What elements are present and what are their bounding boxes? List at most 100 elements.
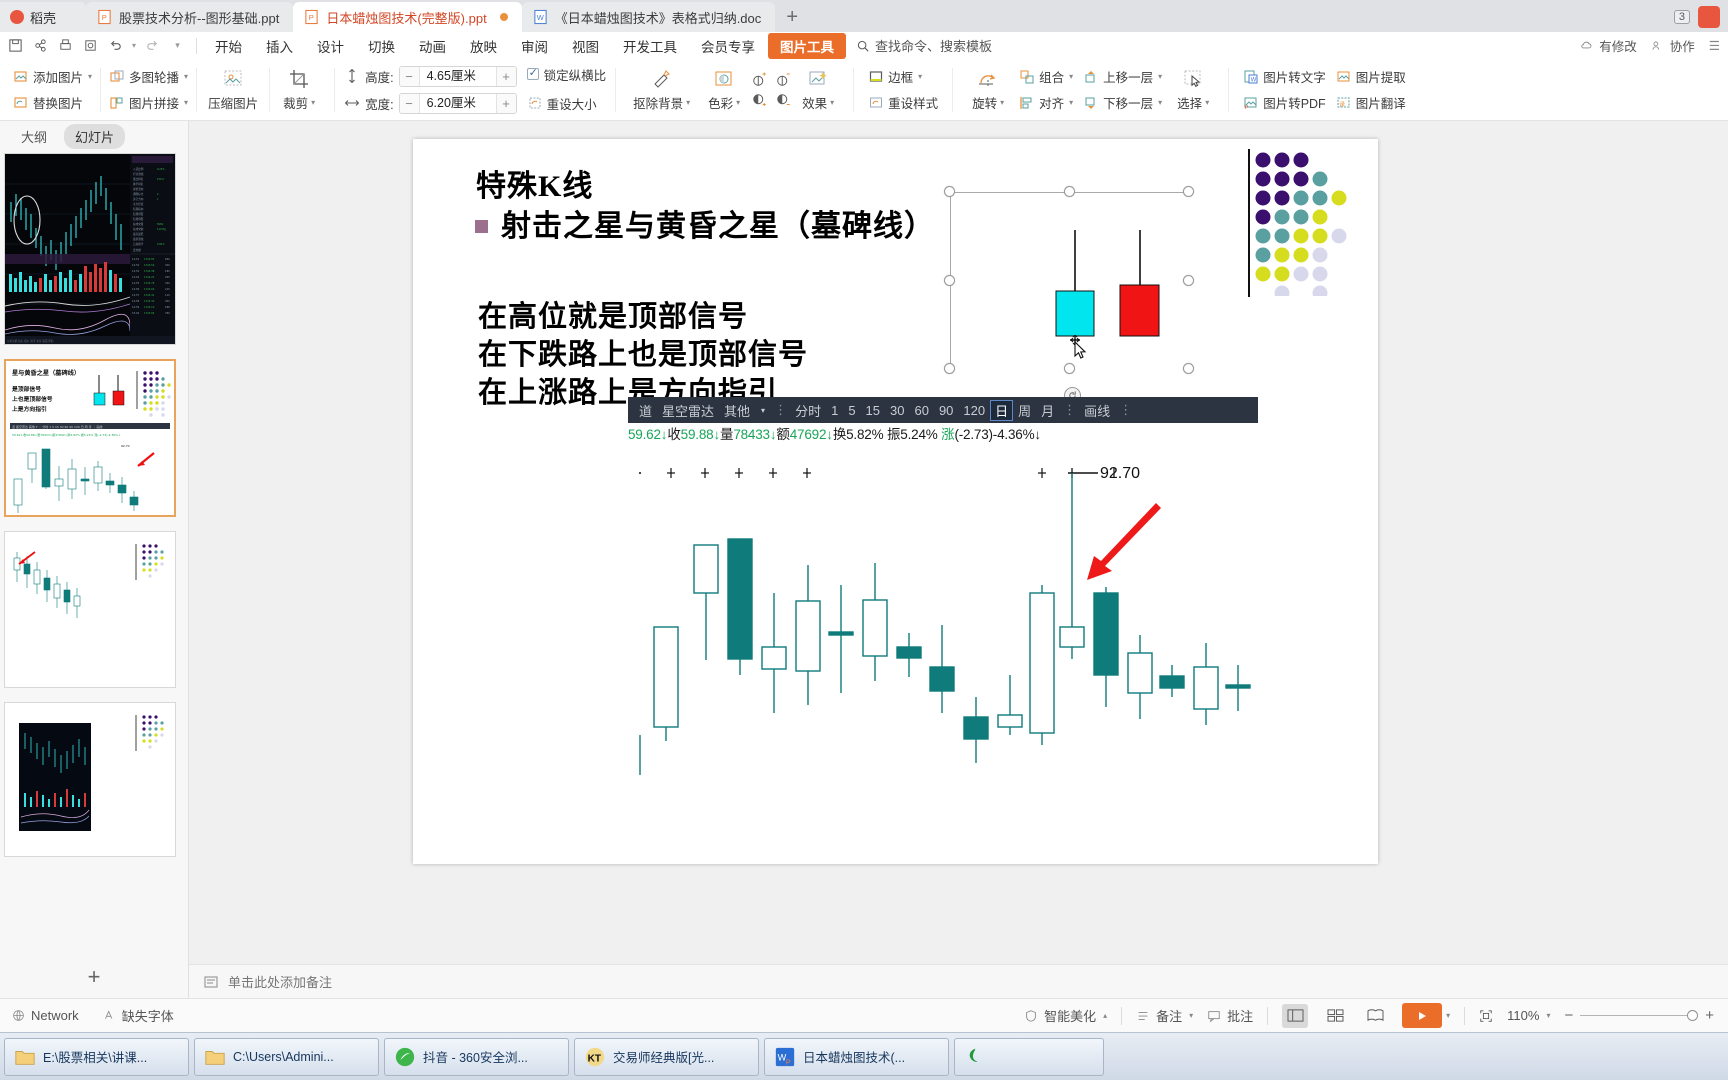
period-60[interactable]: 60 [909,403,933,418]
chevron-down-icon[interactable]: ▾ [1205,98,1209,107]
height-stepper[interactable]: − 4.65厘米 + [398,65,517,87]
period-month[interactable]: 月 [1036,401,1059,420]
list-item[interactable]: 入选比例 行业涨幅 量比排名 换手排名 资金流向 通断标志 多空方向 主力控盘 短期指向… [4,153,176,345]
zoom-knob[interactable] [1687,1010,1699,1021]
stock-chart-toolbar[interactable]: 道 星空雷达 其他 ▾ ⋮ 分时 1 5 15 30 60 90 120 日 周… [628,397,1258,423]
group-button[interactable]: 组合 ▾ [1014,65,1078,88]
picture-translate-button[interactable]: 译 图片翻译 [1331,91,1411,114]
zoom-slider[interactable]: − + [1564,1007,1714,1024]
resize-handle-nw[interactable] [944,186,955,197]
chevron-down-icon[interactable]: ▾ [1158,72,1162,81]
zoom-track[interactable] [1580,1010,1699,1021]
new-tab-button[interactable]: + [775,2,809,32]
chevron-down-icon[interactable]: ▾ [1446,1011,1450,1020]
zoom-level[interactable]: 110% ▾ [1507,1008,1550,1023]
resize-handle-ne[interactable] [1183,186,1194,197]
tab-count-badge[interactable]: 3 [1673,10,1690,24]
period-120[interactable]: 120 [958,403,990,418]
tab-modified-dot-icon[interactable] [499,13,508,21]
smart-beautify-button[interactable]: 智能美化 ▴ [1024,1006,1107,1025]
candlestick-chart[interactable]: 92.70 [628,445,1258,797]
page-title[interactable]: 特殊K线 [476,161,593,205]
taskbar-item-browser[interactable]: 抖音 - 360安全浏... [384,1037,569,1076]
add-picture-button[interactable]: 添加图片 ▾ [8,65,97,88]
toolbar-item-draw[interactable]: 画线 [1079,401,1115,420]
list-item[interactable]: 星与黄昏之星（墓碑线） 是顶部信号 上也是顶部信号 上是方向指引 道 星空雷达 … [4,359,176,517]
taskbar-item-green-app[interactable] [954,1037,1104,1076]
menu-item-start[interactable]: 开始 [204,33,253,59]
tab-candlestick-ppt[interactable]: P 日本蜡烛图技术(完整版).ppt [293,2,522,32]
tab-slides[interactable]: 幻灯片 [64,123,126,149]
height-increase-button[interactable]: + [496,66,516,86]
picture-to-text-button[interactable]: W 图片转文字 [1238,65,1331,88]
chevron-down-icon[interactable]: ▾ [1546,1011,1550,1020]
color-button[interactable]: 色彩 ▾ [698,65,750,114]
tab-outline[interactable]: 大纲 [10,124,58,149]
effects-button[interactable]: 效果 ▾ [792,65,844,114]
chevron-down-icon[interactable]: ▾ [1189,1011,1193,1020]
start-slideshow-button[interactable] [1402,1003,1443,1028]
toolbar-item-starradar[interactable]: 星空雷达 [657,401,719,420]
menu-item-design[interactable]: 设计 [306,33,355,59]
chevron-down-icon[interactable]: ▾ [88,72,92,81]
modified-indicator[interactable]: 有修改 [1580,36,1637,55]
decrease-brightness-icon[interactable] [774,71,792,89]
picture-extract-button[interactable]: 图片提取 [1331,65,1411,88]
slide-editor[interactable]: 特殊K线 射击之星与黄昏之星（墓碑线） 在高位就是顶部信号 在下跌路上也是顶部信… [413,139,1378,864]
chevron-down-icon[interactable]: ▾ [184,72,188,81]
undo-icon[interactable] [104,35,127,57]
taskbar-item-explorer-1[interactable]: E:\股票相关\讲课... [4,1037,189,1076]
comments-button[interactable]: 批注 [1207,1006,1253,1025]
chevron-down-icon[interactable]: ▾ [1069,72,1073,81]
tab-stock-basics[interactable]: P 股票技术分析--图形基础.ppt [86,2,294,32]
rotate-button[interactable]: 旋转 ▾ [962,65,1014,114]
width-increase-button[interactable]: + [496,93,516,113]
resize-handle-w[interactable] [944,275,955,286]
height-value[interactable]: 4.65厘米 [418,66,497,86]
notes-toggle-button[interactable]: 备注 ▾ [1136,1006,1193,1025]
network-status[interactable]: Network [12,1008,79,1023]
normal-view-button[interactable] [1282,1003,1309,1028]
resize-handle-s[interactable] [1064,363,1075,374]
taskbar-item-trader[interactable]: KT 交易师经典版[光... [574,1037,759,1076]
save-icon[interactable] [4,35,27,57]
undo-dropdown-icon[interactable]: ▾ [129,35,139,57]
chevron-down-icon[interactable]: ▾ [736,98,740,107]
menu-item-slideshow[interactable]: 放映 [459,33,508,59]
chevron-down-icon[interactable]: ▾ [918,72,922,81]
collaborate-button[interactable]: 协作 [1651,36,1695,55]
tab-home-docer[interactable]: 稻壳 [0,2,86,32]
menu-item-devtools[interactable]: 开发工具 [612,33,688,59]
period-30[interactable]: 30 [885,403,909,418]
chevron-down-icon[interactable]: ▾ [756,406,770,415]
replace-picture-button[interactable]: 替换图片 [8,91,97,114]
body-line-2[interactable]: 在下跌路上也是顶部信号 [478,331,808,373]
tab-candlestick-doc[interactable]: W 《日本蜡烛图技术》表格式归纳.doc [521,2,776,32]
period-day-selected[interactable]: 日 [990,399,1014,421]
list-item[interactable] [4,531,176,688]
bring-forward-button[interactable]: 上移一层 ▾ [1078,65,1167,88]
period-fenshi[interactable]: 分时 [790,401,826,420]
chevron-down-icon[interactable]: ▾ [311,98,315,107]
stock-chart-image[interactable]: 道 星空雷达 其他 ▾ ⋮ 分时 1 5 15 30 60 90 120 日 周… [628,397,1258,797]
redo-icon[interactable] [141,35,164,57]
avatar[interactable] [1698,6,1720,28]
taskbar-item-explorer-2[interactable]: C:\Users\Admini... [194,1037,379,1076]
chevron-up-icon[interactable]: ▴ [1103,1011,1107,1020]
border-button[interactable]: 边框 ▾ [863,65,943,88]
increase-brightness-icon[interactable] [750,71,768,89]
chevron-down-icon[interactable]: ▾ [1000,98,1004,107]
body-line-1[interactable]: 在高位就是顶部信号 [478,293,748,335]
share-icon[interactable] [29,35,52,57]
reset-size-button[interactable]: 重设大小 [527,92,607,115]
menu-item-transition[interactable]: 切换 [357,33,406,59]
reading-view-button[interactable] [1362,1004,1388,1028]
thumbnail-list[interactable]: 入选比例 行业涨幅 量比排名 换手排名 资金流向 通断标志 多空方向 主力控盘 短期指向… [0,151,188,952]
send-backward-button[interactable]: 下移一层 ▾ [1078,91,1167,114]
compress-picture-button[interactable]: 压缩图片 [200,65,266,114]
chevron-down-icon[interactable]: ▾ [686,98,690,107]
resize-handle-n[interactable] [1064,186,1075,197]
period-90[interactable]: 90 [934,403,958,418]
chevron-down-icon[interactable]: ▾ [830,98,834,107]
resize-handle-sw[interactable] [944,363,955,374]
